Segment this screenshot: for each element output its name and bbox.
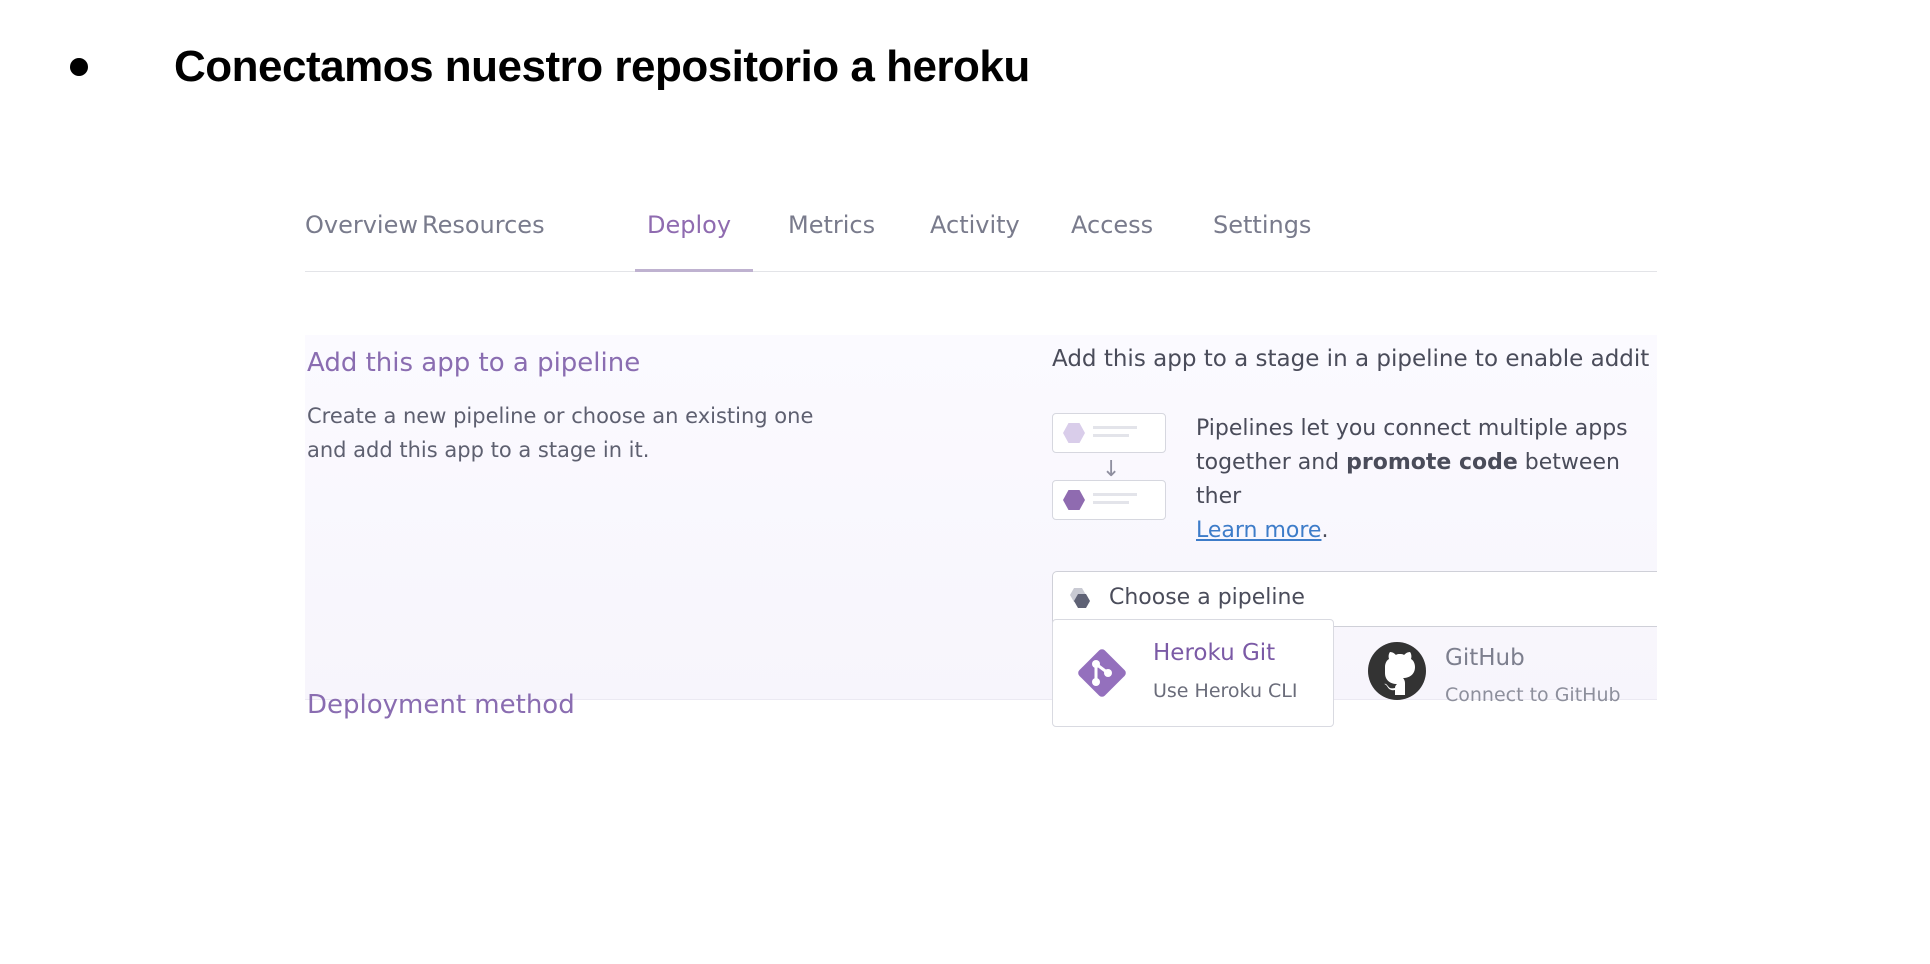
pipeline-stage-illustration-bottom	[1052, 480, 1166, 520]
heroku-git-subtitle: Use Heroku CLI	[1153, 680, 1298, 702]
pipeline-heading: Add this app to a stage in a pipeline to…	[1052, 346, 1650, 372]
pipeline-info-bold: promote code	[1346, 450, 1518, 475]
learn-more-suffix: .	[1321, 518, 1329, 543]
heroku-git-option[interactable]: Heroku Git Use Heroku CLI	[1052, 619, 1334, 727]
tab-settings[interactable]: Settings	[1213, 211, 1311, 239]
arrow-down-icon: ↓	[1102, 457, 1121, 482]
bullet-icon	[70, 58, 88, 76]
github-subtitle: Connect to GitHub	[1445, 684, 1621, 706]
pipeline-description: Create a new pipeline or choose an exist…	[307, 404, 814, 462]
slide-title-text: Conectamos nuestro repositorio a heroku	[174, 42, 1030, 91]
tab-activity[interactable]: Activity	[930, 211, 1020, 239]
github-title[interactable]: GitHub	[1445, 645, 1525, 671]
pipeline-icon	[1070, 588, 1090, 608]
tab-resources[interactable]: Resources	[422, 211, 545, 239]
github-icon[interactable]	[1366, 640, 1428, 702]
heroku-git-icon	[1078, 649, 1126, 697]
hexagon-icon	[1063, 423, 1085, 443]
tab-bar: Overview Resources Deploy Metrics Activi…	[305, 185, 1657, 272]
heroku-screenshot: Overview Resources Deploy Metrics Activi…	[305, 185, 1657, 925]
choose-pipeline-label: Choose a pipeline	[1109, 585, 1305, 610]
pipeline-stage-illustration-top	[1052, 413, 1166, 453]
pipeline-title: Add this app to a pipeline	[307, 348, 641, 378]
active-tab-indicator	[635, 269, 753, 272]
heroku-git-title: Heroku Git	[1153, 640, 1276, 666]
tab-metrics[interactable]: Metrics	[788, 211, 875, 239]
tab-overview[interactable]: Overview	[305, 211, 418, 239]
tab-deploy[interactable]: Deploy	[647, 211, 731, 239]
slide-title: Conectamos nuestro repositorio a heroku	[70, 42, 1030, 92]
learn-more-link[interactable]: Learn more	[1196, 518, 1321, 543]
tab-access[interactable]: Access	[1071, 211, 1153, 239]
pipeline-info-text: Pipelines let you connect multiple apps …	[1196, 412, 1657, 548]
hexagon-icon	[1063, 490, 1085, 510]
deployment-method-title: Deployment method	[307, 690, 575, 720]
